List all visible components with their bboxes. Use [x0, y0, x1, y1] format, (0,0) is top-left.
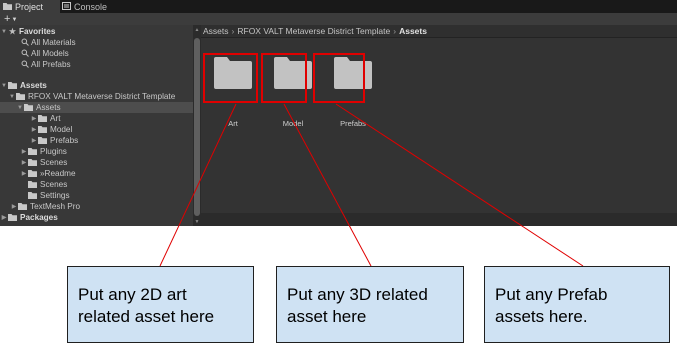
callout-model: Put any 3D related asset here — [276, 266, 464, 343]
connector-line-model — [283, 103, 372, 267]
callout-art: Put any 2D art related asset here — [67, 266, 254, 343]
connector-line-prefabs — [335, 103, 584, 267]
callout-prefabs: Put any Prefab assets here. — [484, 266, 670, 343]
connector-line-art — [159, 103, 237, 267]
